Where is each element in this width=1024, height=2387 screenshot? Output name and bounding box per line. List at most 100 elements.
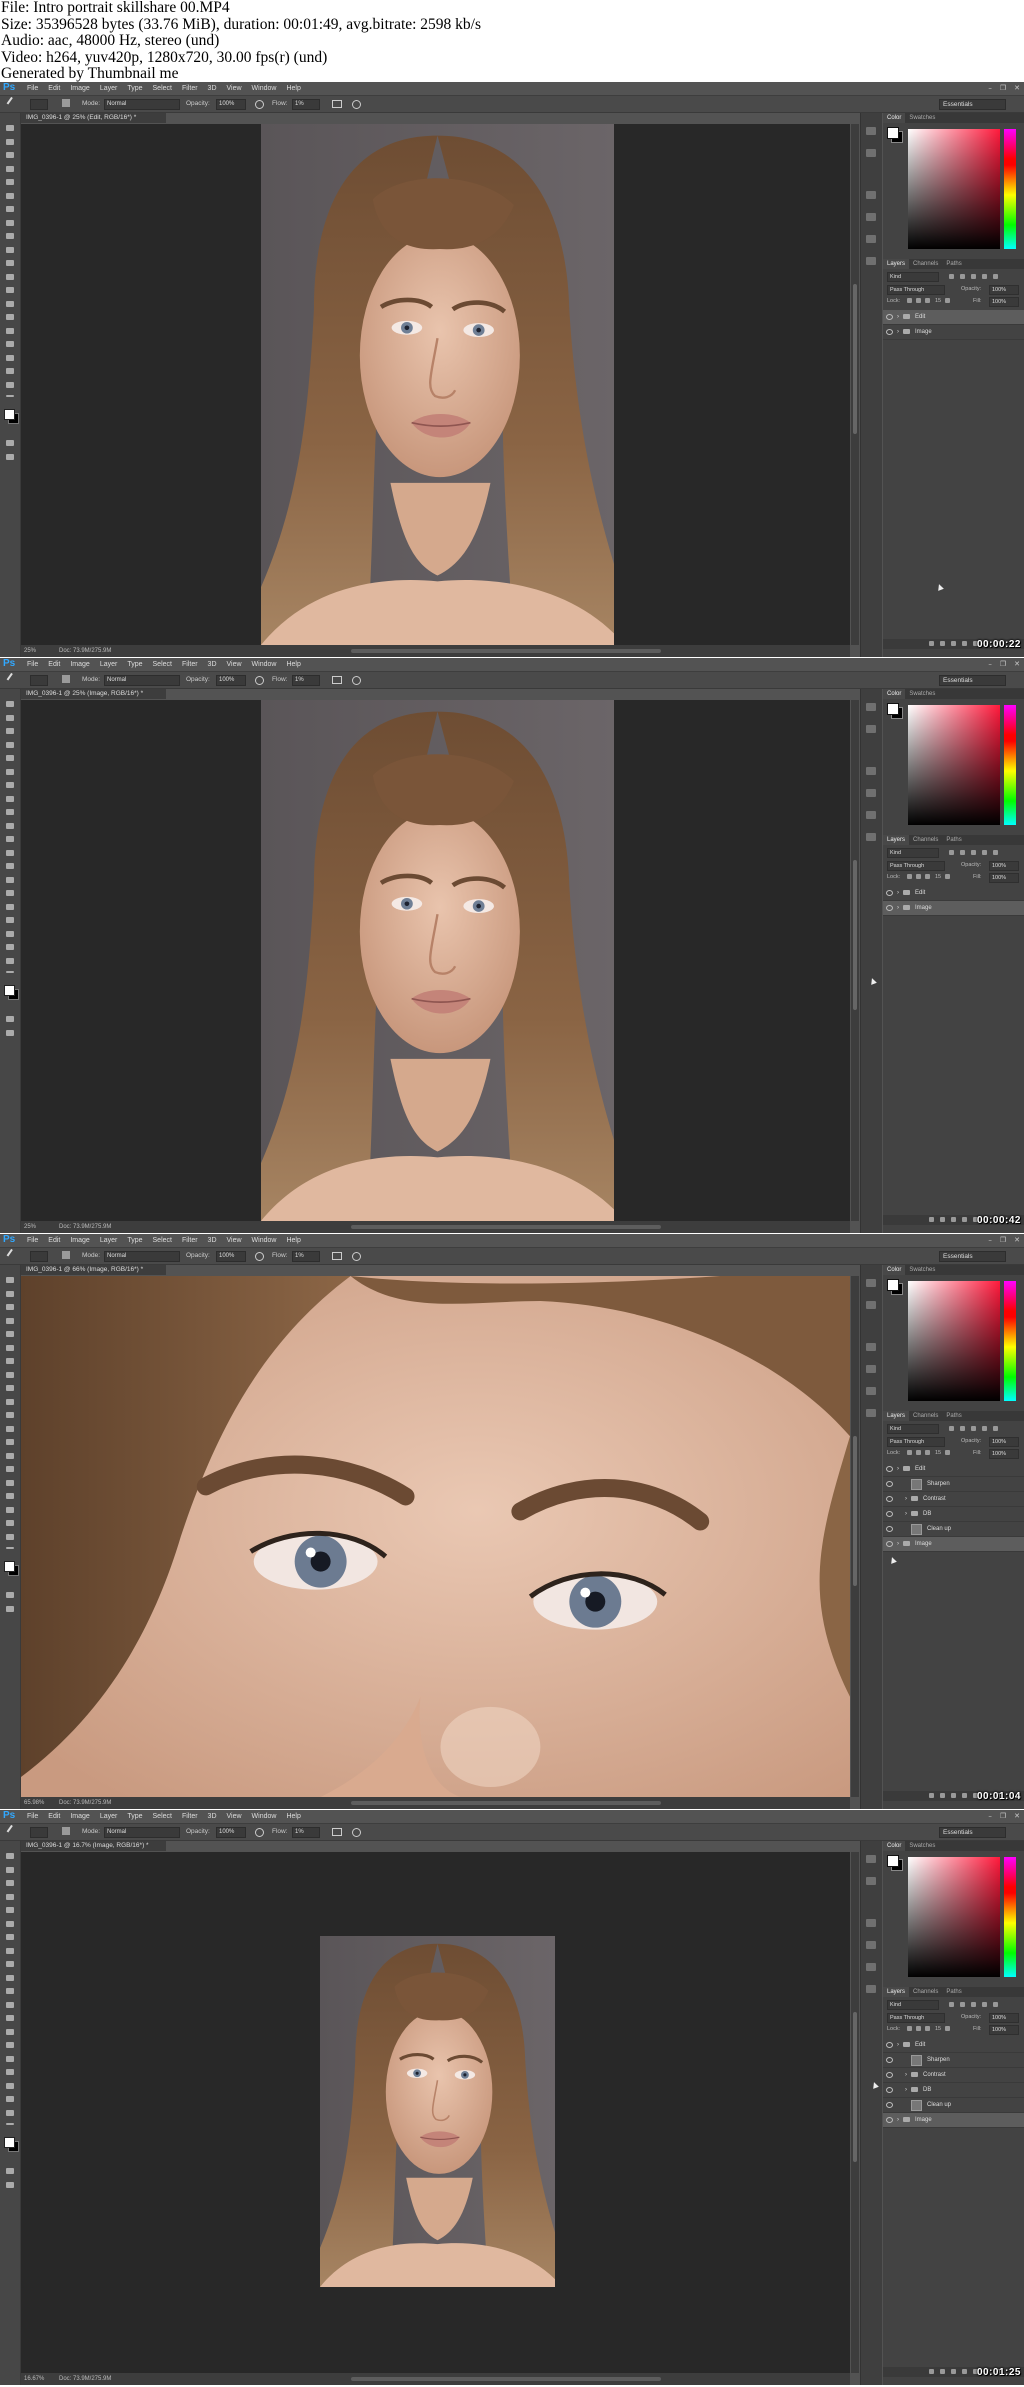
brush-tool-icon[interactable] bbox=[6, 219, 14, 226]
collapse-icon[interactable] bbox=[866, 703, 876, 711]
foreground-color-swatch[interactable] bbox=[4, 1560, 15, 1572]
brush-presets-icon[interactable] bbox=[62, 1827, 70, 1835]
history-icon[interactable] bbox=[866, 191, 876, 199]
tab-swatches[interactable]: Swatches bbox=[905, 1265, 939, 1275]
menu-type[interactable]: Type bbox=[122, 1235, 147, 1246]
visibility-eye-icon[interactable] bbox=[886, 329, 893, 335]
path-select-tool-icon[interactable] bbox=[6, 1493, 14, 1499]
lock-brush-icon[interactable] bbox=[916, 298, 921, 303]
brush-size-picker[interactable] bbox=[30, 99, 48, 110]
horizontal-scrollbar[interactable] bbox=[351, 2377, 661, 2381]
brush-tool-icon[interactable] bbox=[6, 1947, 14, 1954]
layer-row-contrast[interactable]: › Contrast bbox=[883, 2068, 1024, 2083]
visibility-eye-icon[interactable] bbox=[886, 1466, 893, 1472]
lock-move-icon[interactable] bbox=[925, 874, 930, 879]
layer-row-edit[interactable]: › Edit bbox=[883, 2038, 1024, 2053]
hue-slider[interactable] bbox=[1004, 1281, 1016, 1401]
tab-color[interactable]: Color bbox=[883, 113, 906, 123]
layer-row-edit[interactable]: › Edit bbox=[883, 886, 1024, 901]
tab-paths[interactable]: Paths bbox=[942, 835, 965, 845]
filter-pixel-icon[interactable] bbox=[949, 2002, 954, 2007]
dodge-tool-icon[interactable] bbox=[6, 1452, 14, 1459]
document-tab[interactable]: IMG_0396-1 @ 25% (Edit, RGB/16*) * bbox=[21, 113, 166, 123]
screen-mode-icon[interactable] bbox=[6, 1605, 14, 1612]
hue-slider[interactable] bbox=[1004, 129, 1016, 249]
pen-tool-icon[interactable] bbox=[6, 314, 14, 320]
filter-pixel-icon[interactable] bbox=[949, 274, 954, 279]
layer-row-clean-up[interactable]: Clean up bbox=[883, 1522, 1024, 1537]
color-field[interactable] bbox=[908, 129, 1000, 249]
pen-tool-icon[interactable] bbox=[6, 2042, 14, 2048]
visibility-eye-icon[interactable] bbox=[886, 2117, 893, 2123]
menu-view[interactable]: View bbox=[222, 1811, 247, 1822]
screen-mode-icon[interactable] bbox=[6, 453, 14, 460]
eyedropper-tool-icon[interactable] bbox=[6, 768, 14, 775]
pressure-opacity-icon[interactable] bbox=[255, 100, 264, 109]
blur-tool-icon[interactable] bbox=[6, 863, 14, 869]
horizontal-scrollbar[interactable] bbox=[351, 1801, 661, 1805]
type-tool-icon[interactable] bbox=[6, 2055, 14, 2062]
document-info[interactable]: Doc: 73.9M/275.9M bbox=[59, 646, 111, 656]
lock-all-icon[interactable] bbox=[945, 2026, 950, 2031]
eraser-tool-icon[interactable] bbox=[6, 1412, 14, 1418]
menu-layer[interactable]: Layer bbox=[95, 1235, 123, 1246]
brush-tool-icon[interactable] bbox=[6, 1248, 20, 1262]
gradient-tool-icon[interactable] bbox=[6, 849, 14, 856]
adjustment-layer-icon[interactable] bbox=[962, 1793, 967, 1798]
menu-image[interactable]: Image bbox=[65, 659, 94, 670]
workspace-select[interactable]: Essentials bbox=[939, 1251, 1006, 1262]
tab-layers[interactable]: Layers bbox=[883, 835, 910, 845]
airbrush-icon[interactable] bbox=[332, 1252, 342, 1260]
play-icon[interactable] bbox=[866, 725, 876, 733]
filter-smart-icon[interactable] bbox=[993, 274, 998, 279]
quick-mask-icon[interactable] bbox=[6, 1016, 14, 1022]
visibility-eye-icon[interactable] bbox=[886, 2102, 893, 2108]
zoom-tool-icon[interactable] bbox=[6, 957, 14, 964]
lock-brush-icon[interactable] bbox=[916, 1450, 921, 1455]
filter-shape-icon[interactable] bbox=[982, 274, 987, 279]
expand-chevron-icon[interactable]: › bbox=[905, 1495, 907, 1503]
menu-help[interactable]: Help bbox=[281, 1235, 305, 1246]
fill-field[interactable]: 100% bbox=[989, 1449, 1019, 1459]
tab-layers[interactable]: Layers bbox=[883, 1411, 910, 1421]
hue-slider[interactable] bbox=[1004, 1857, 1016, 1977]
fx-icon[interactable] bbox=[940, 641, 945, 646]
layer-row-image[interactable]: › Image bbox=[883, 1537, 1024, 1552]
menu-edit[interactable]: Edit bbox=[43, 1811, 65, 1822]
menu-window[interactable]: Window bbox=[247, 1811, 282, 1822]
workspace-select[interactable]: Essentials bbox=[939, 99, 1006, 110]
healing-tool-icon[interactable] bbox=[6, 206, 14, 212]
brush-size-picker[interactable] bbox=[30, 1827, 48, 1838]
mask-icon[interactable] bbox=[951, 2369, 956, 2374]
gradient-tool-icon[interactable] bbox=[6, 2001, 14, 2008]
menu-file[interactable]: File bbox=[22, 659, 43, 670]
expand-chevron-icon[interactable]: › bbox=[897, 2041, 899, 2049]
eraser-tool-icon[interactable] bbox=[6, 836, 14, 842]
shape-tool-icon[interactable] bbox=[6, 930, 14, 937]
pressure-size-icon[interactable] bbox=[352, 676, 361, 685]
screen-mode-icon[interactable] bbox=[6, 2181, 14, 2188]
panel-foreground-swatch[interactable] bbox=[887, 1855, 899, 1867]
zoom-level[interactable]: 16.67% bbox=[24, 2374, 44, 2384]
visibility-eye-icon[interactable] bbox=[886, 2087, 893, 2093]
shape-tool-icon[interactable] bbox=[6, 2082, 14, 2089]
expand-chevron-icon[interactable]: › bbox=[897, 2116, 899, 2124]
fx-icon[interactable] bbox=[940, 1217, 945, 1222]
restore-button[interactable]: ❐ bbox=[1000, 659, 1006, 670]
menu-image[interactable]: Image bbox=[65, 1811, 94, 1822]
adjustment-layer-icon[interactable] bbox=[962, 1217, 967, 1222]
expand-chevron-icon[interactable]: › bbox=[897, 313, 899, 321]
blend-mode-select[interactable]: Pass Through bbox=[887, 861, 945, 871]
shape-tool-icon[interactable] bbox=[6, 354, 14, 361]
filter-smart-icon[interactable] bbox=[993, 1426, 998, 1431]
lasso-tool-icon[interactable] bbox=[6, 1304, 14, 1310]
lock-all-icon[interactable] bbox=[945, 298, 950, 303]
pressure-size-icon[interactable] bbox=[352, 1828, 361, 1837]
lasso-tool-icon[interactable] bbox=[6, 1880, 14, 1886]
layer-opacity-field[interactable]: 100% bbox=[989, 1437, 1019, 1447]
visibility-eye-icon[interactable] bbox=[886, 1541, 893, 1547]
foreground-color-swatch[interactable] bbox=[4, 408, 15, 420]
menu-file[interactable]: File bbox=[22, 83, 43, 94]
libraries-icon[interactable] bbox=[866, 833, 876, 841]
quick-select-tool-icon[interactable] bbox=[6, 165, 14, 172]
